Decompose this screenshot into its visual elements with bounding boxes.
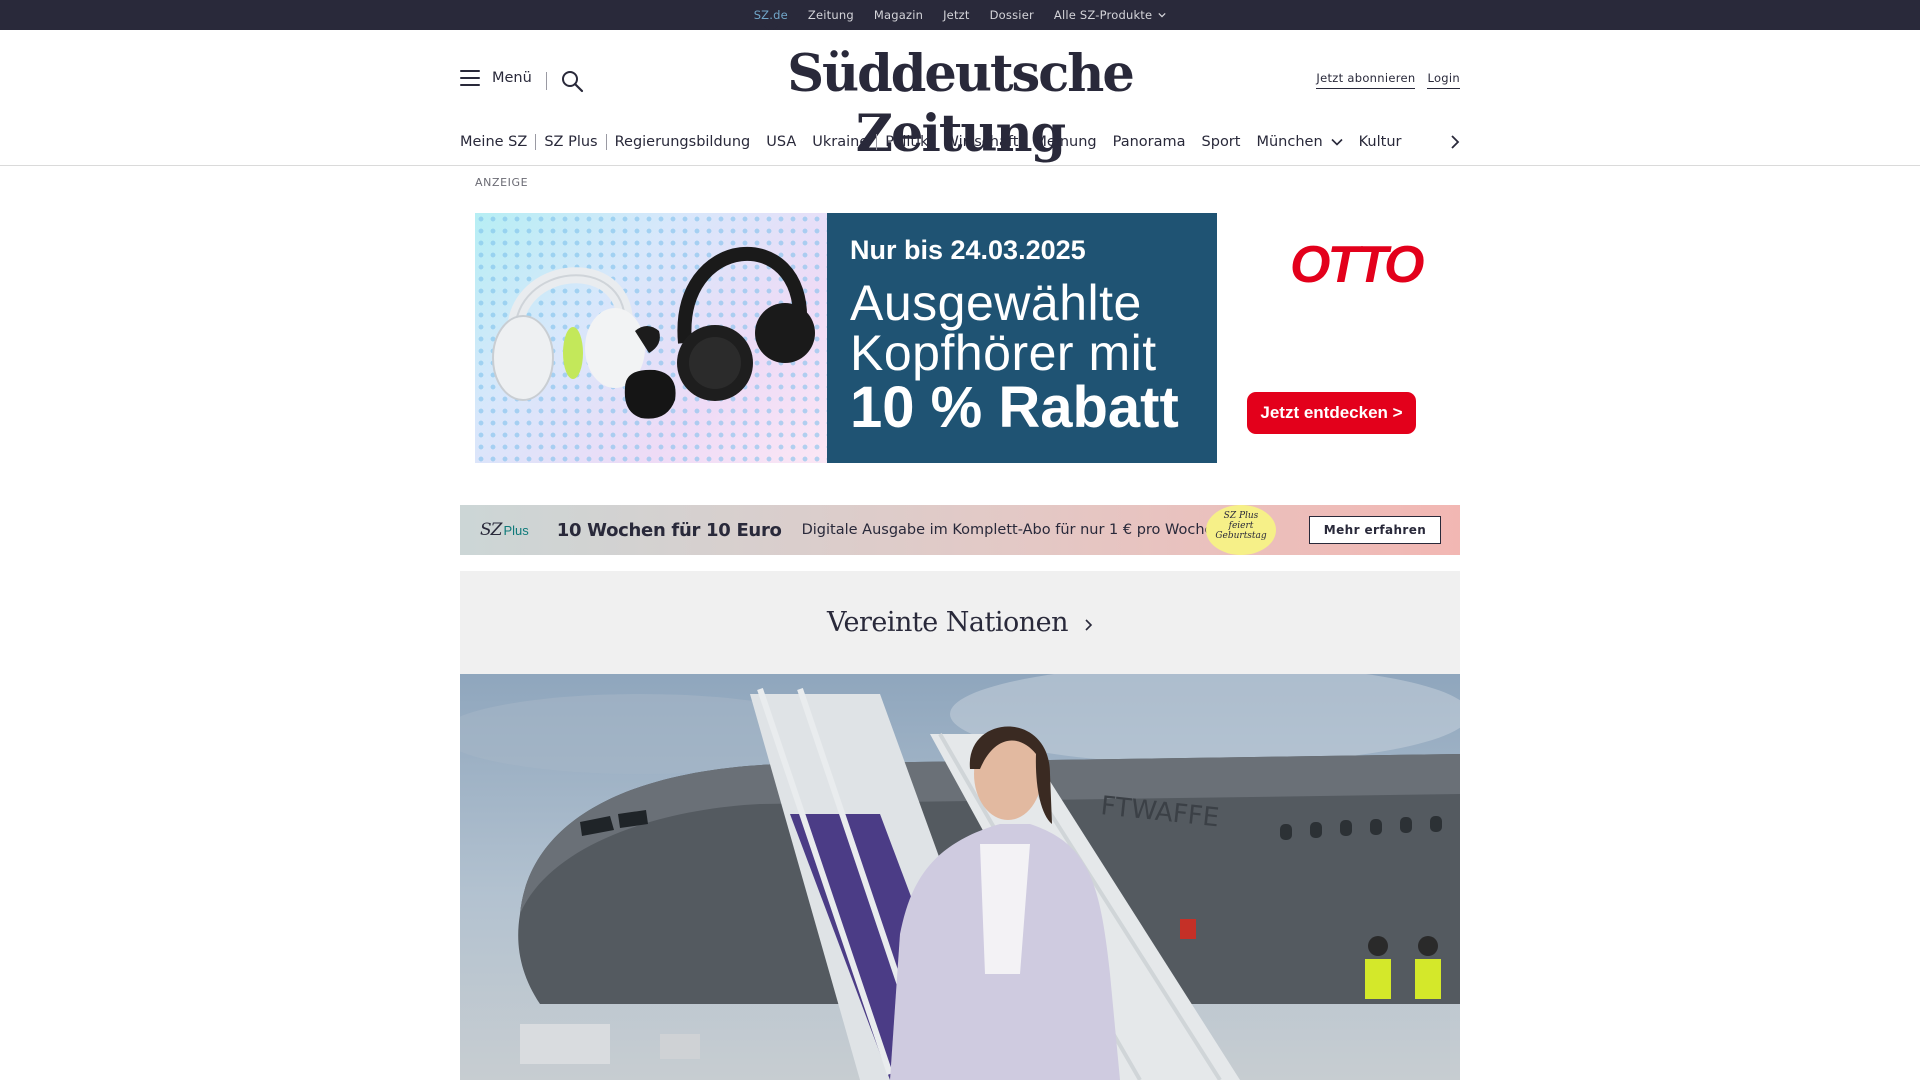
topbar-link-jetzt[interactable]: Jetzt bbox=[933, 8, 980, 22]
menu-divider bbox=[546, 72, 547, 90]
topbar-all-products-label: Alle SZ-Produkte bbox=[1053, 8, 1153, 22]
ad-headline-2: Kopfhörer mit bbox=[850, 325, 1157, 381]
birthday-badge: SZ Plus feiert Geburtstag bbox=[1206, 505, 1276, 555]
topbar-link-dossier[interactable]: Dossier bbox=[980, 8, 1044, 22]
top-utility-links: SZ.de Zeitung Magazin Jetzt Dossier Alle… bbox=[0, 0, 1920, 32]
headphones-image bbox=[492, 246, 815, 419]
ad-headline-1: Ausgewählte bbox=[850, 275, 1142, 331]
chevron-right-icon bbox=[1085, 618, 1093, 631]
topbar-link-magazin[interactable]: Magazin bbox=[864, 8, 933, 22]
hero-photo: FTWAFFE bbox=[460, 674, 1460, 1080]
nav-item-muenchen[interactable]: München bbox=[1256, 134, 1343, 150]
nav-item-sz-plus[interactable]: SZ Plus bbox=[544, 134, 597, 150]
nav-item-regierungsbildung[interactable]: Regierungsbildung bbox=[615, 134, 751, 150]
nav-divider bbox=[876, 134, 878, 150]
site-header: Menü Süddeutsche Zeitung Jetzt abonniere… bbox=[0, 30, 1920, 166]
ad-brand-logo: OTTO bbox=[1290, 236, 1424, 294]
topbar-link-szde[interactable]: SZ.de bbox=[744, 8, 798, 32]
top-utility-bar: SZ.de Zeitung Magazin Jetzt Dossier Alle… bbox=[0, 0, 1920, 32]
hero-article-image[interactable]: FTWAFFE bbox=[460, 674, 1460, 1080]
ad-discount: 10 % Rabatt bbox=[850, 375, 1179, 440]
ad-product-image bbox=[475, 213, 827, 463]
nav-divider bbox=[605, 134, 607, 150]
sz-plus-promo-bar[interactable]: SZ Plus 10 Wochen für 10 Euro Digitale Au… bbox=[460, 505, 1460, 555]
ad-banner[interactable]: Nur bis 24.03.2025 Ausgewählte Kopfhörer… bbox=[475, 213, 1445, 463]
subscribe-link[interactable]: Jetzt abonnieren bbox=[1316, 71, 1416, 89]
chevron-down-icon bbox=[1158, 12, 1166, 18]
main-navigation: Meine SZ SZ Plus Regierungsbildung USA U… bbox=[460, 130, 1460, 154]
nav-item-wirtschaft[interactable]: Wirtschaft bbox=[945, 134, 1019, 150]
search-icon[interactable] bbox=[560, 69, 584, 93]
nav-item-panorama[interactable]: Panorama bbox=[1113, 134, 1186, 150]
nav-item-muenchen-label: München bbox=[1256, 134, 1323, 150]
hamburger-icon bbox=[460, 70, 480, 86]
menu-label: Menü bbox=[492, 70, 532, 86]
chevron-right-icon[interactable] bbox=[1450, 134, 1460, 150]
promo-more-button[interactable]: Mehr erfahren bbox=[1309, 516, 1441, 544]
dossier-header[interactable]: Vereinte Nationen bbox=[460, 571, 1460, 674]
nav-item-kultur[interactable]: Kultur bbox=[1359, 134, 1402, 150]
nav-divider bbox=[535, 134, 537, 150]
promo-title: 10 Wochen für 10 Euro bbox=[556, 519, 782, 541]
nav-item-ukraine[interactable]: Ukraine bbox=[812, 134, 868, 150]
promo-subtitle: Digitale Ausgabe im Komplett-Abo für nur… bbox=[801, 522, 1219, 538]
ad-date: Nur bis 24.03.2025 bbox=[850, 235, 1086, 265]
login-link[interactable]: Login bbox=[1427, 71, 1460, 89]
nav-item-meinung[interactable]: Meinung bbox=[1034, 134, 1096, 150]
menu-button[interactable]: Menü bbox=[460, 70, 532, 86]
nav-item-usa[interactable]: USA bbox=[766, 134, 796, 150]
nav-item-meine-sz[interactable]: Meine SZ bbox=[460, 134, 527, 150]
ad-label: ANZEIGE bbox=[475, 176, 529, 189]
ad-cta-button[interactable]: Jetzt entdecken > bbox=[1247, 392, 1416, 434]
sz-plus-logo: SZ Plus bbox=[480, 520, 529, 540]
topbar-link-zeitung[interactable]: Zeitung bbox=[798, 8, 864, 22]
ad-text-panel: Nur bis 24.03.2025 Ausgewählte Kopfhörer… bbox=[827, 213, 1217, 463]
nav-item-politik[interactable]: Politik bbox=[885, 134, 928, 150]
dossier-title: Vereinte Nationen bbox=[826, 607, 1069, 638]
chevron-down-icon bbox=[1331, 138, 1343, 146]
account-links: Jetzt abonnieren Login bbox=[1316, 71, 1460, 89]
topbar-link-all-products[interactable]: Alle SZ-Produkte bbox=[1044, 8, 1176, 22]
nav-item-sport[interactable]: Sport bbox=[1202, 134, 1241, 150]
